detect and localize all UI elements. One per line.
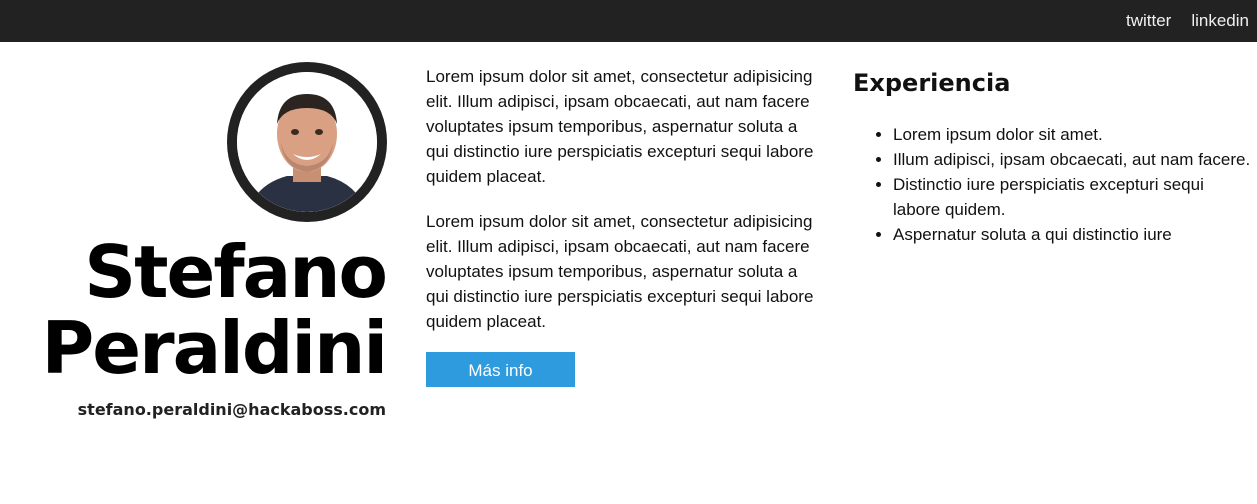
experience-heading: Experiencia bbox=[853, 69, 1011, 97]
experience-column: Experiencia Lorem ipsum dolor sit amet. … bbox=[853, 66, 1253, 247]
bio-column: Lorem ipsum dolor sit amet, consectetur … bbox=[426, 64, 816, 387]
main-content: Stefano Peraldini stefano.peraldini@hack… bbox=[0, 42, 1257, 504]
bio-paragraph: Lorem ipsum dolor sit amet, consectetur … bbox=[426, 212, 814, 331]
top-navbar: twitter linkedin bbox=[0, 0, 1257, 42]
more-info-button[interactable]: Más info bbox=[426, 352, 575, 387]
avatar bbox=[227, 62, 387, 222]
list-item: Lorem ipsum dolor sit amet. bbox=[893, 122, 1253, 147]
last-name: Peraldini bbox=[41, 306, 388, 390]
bio-paragraph: Lorem ipsum dolor sit amet, consectetur … bbox=[426, 67, 814, 186]
twitter-link[interactable]: twitter bbox=[1126, 11, 1171, 31]
list-item: Distinctio iure perspiciatis excepturi s… bbox=[893, 172, 1253, 222]
list-item: Illum adipisci, ipsam obcaecati, aut nam… bbox=[893, 147, 1253, 172]
profile-name: Stefano Peraldini bbox=[0, 230, 388, 390]
avatar-photo bbox=[237, 72, 377, 212]
profile-email: stefano.peraldini@hackaboss.com bbox=[77, 400, 386, 419]
first-name: Stefano bbox=[84, 230, 388, 314]
list-item: Aspernatur soluta a qui distinctio iure bbox=[893, 222, 1253, 247]
linkedin-link[interactable]: linkedin bbox=[1191, 11, 1249, 31]
experience-list: Lorem ipsum dolor sit amet. Illum adipis… bbox=[853, 122, 1253, 247]
